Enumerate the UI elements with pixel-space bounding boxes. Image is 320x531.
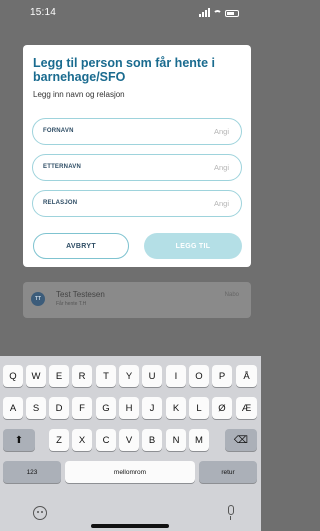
- key-t[interactable]: T: [96, 365, 116, 387]
- wifi-icon: [213, 10, 222, 17]
- first-name-input[interactable]: [169, 127, 229, 136]
- home-indicator: [91, 524, 169, 528]
- key-p[interactable]: P: [212, 365, 232, 387]
- key-q[interactable]: Q: [3, 365, 23, 387]
- shift-key[interactable]: ⬆: [3, 429, 35, 451]
- battery-icon: [225, 10, 239, 17]
- key-w[interactable]: W: [26, 365, 46, 387]
- cancel-button[interactable]: AVBRYT: [33, 233, 129, 259]
- key-d[interactable]: D: [49, 397, 69, 419]
- person-subtitle: Får hente T.H: [56, 301, 87, 307]
- key-j[interactable]: J: [142, 397, 162, 419]
- signal-icon: [199, 8, 210, 17]
- last-name-label: ETTERNAVN: [43, 164, 82, 170]
- add-person-dialog: Legg til person som får hente i barnehag…: [23, 45, 251, 267]
- last-name-input[interactable]: [169, 163, 229, 172]
- relation-input[interactable]: [169, 199, 229, 208]
- key-f[interactable]: F: [72, 397, 92, 419]
- key-i[interactable]: I: [166, 365, 186, 387]
- key-e[interactable]: E: [49, 365, 69, 387]
- key-v[interactable]: V: [119, 429, 139, 451]
- dialog-subtitle: Legg inn navn og relasjon: [33, 90, 125, 99]
- dialog-title: Legg til person som får hente i barnehag…: [33, 56, 215, 84]
- key-c[interactable]: C: [96, 429, 116, 451]
- status-bar: 15:14: [0, 0, 261, 24]
- key-a[interactable]: A: [3, 397, 23, 419]
- key-z[interactable]: Z: [49, 429, 69, 451]
- key-y[interactable]: Y: [119, 365, 139, 387]
- key-g[interactable]: G: [96, 397, 116, 419]
- first-name-field[interactable]: FORNAVN: [32, 118, 242, 145]
- key-n[interactable]: N: [166, 429, 186, 451]
- emoji-icon[interactable]: [33, 506, 47, 520]
- person-relation: Nabo: [224, 292, 239, 298]
- key-aa[interactable]: Å: [236, 365, 257, 387]
- key-l[interactable]: L: [189, 397, 209, 419]
- add-button[interactable]: LEGG TIL: [144, 233, 242, 259]
- key-u[interactable]: U: [142, 365, 162, 387]
- key-b[interactable]: B: [142, 429, 162, 451]
- key-h[interactable]: H: [119, 397, 139, 419]
- return-key[interactable]: retur: [199, 461, 257, 483]
- key-s[interactable]: S: [26, 397, 46, 419]
- last-name-field[interactable]: ETTERNAVN: [32, 154, 242, 181]
- key-ae[interactable]: Æ: [236, 397, 257, 419]
- relation-label: RELASJON: [43, 200, 78, 206]
- first-name-label: FORNAVN: [43, 128, 74, 134]
- person-list-item: TT Test Testesen Får hente T.H Nabo: [23, 282, 251, 318]
- relation-field[interactable]: RELASJON: [32, 190, 242, 217]
- key-m[interactable]: M: [189, 429, 209, 451]
- person-name: Test Testesen: [56, 290, 105, 299]
- key-o[interactable]: O: [189, 365, 209, 387]
- backspace-key[interactable]: ⌫: [225, 429, 257, 451]
- microphone-icon[interactable]: [228, 505, 234, 520]
- status-time: 15:14: [30, 7, 57, 18]
- numbers-key[interactable]: 123: [3, 461, 61, 483]
- key-r[interactable]: R: [72, 365, 92, 387]
- status-icons: [199, 8, 239, 17]
- key-k[interactable]: K: [166, 397, 186, 419]
- avatar: TT: [31, 292, 45, 306]
- key-oe[interactable]: Ø: [212, 397, 232, 419]
- key-x[interactable]: X: [72, 429, 92, 451]
- space-key[interactable]: mellomrom: [65, 461, 195, 483]
